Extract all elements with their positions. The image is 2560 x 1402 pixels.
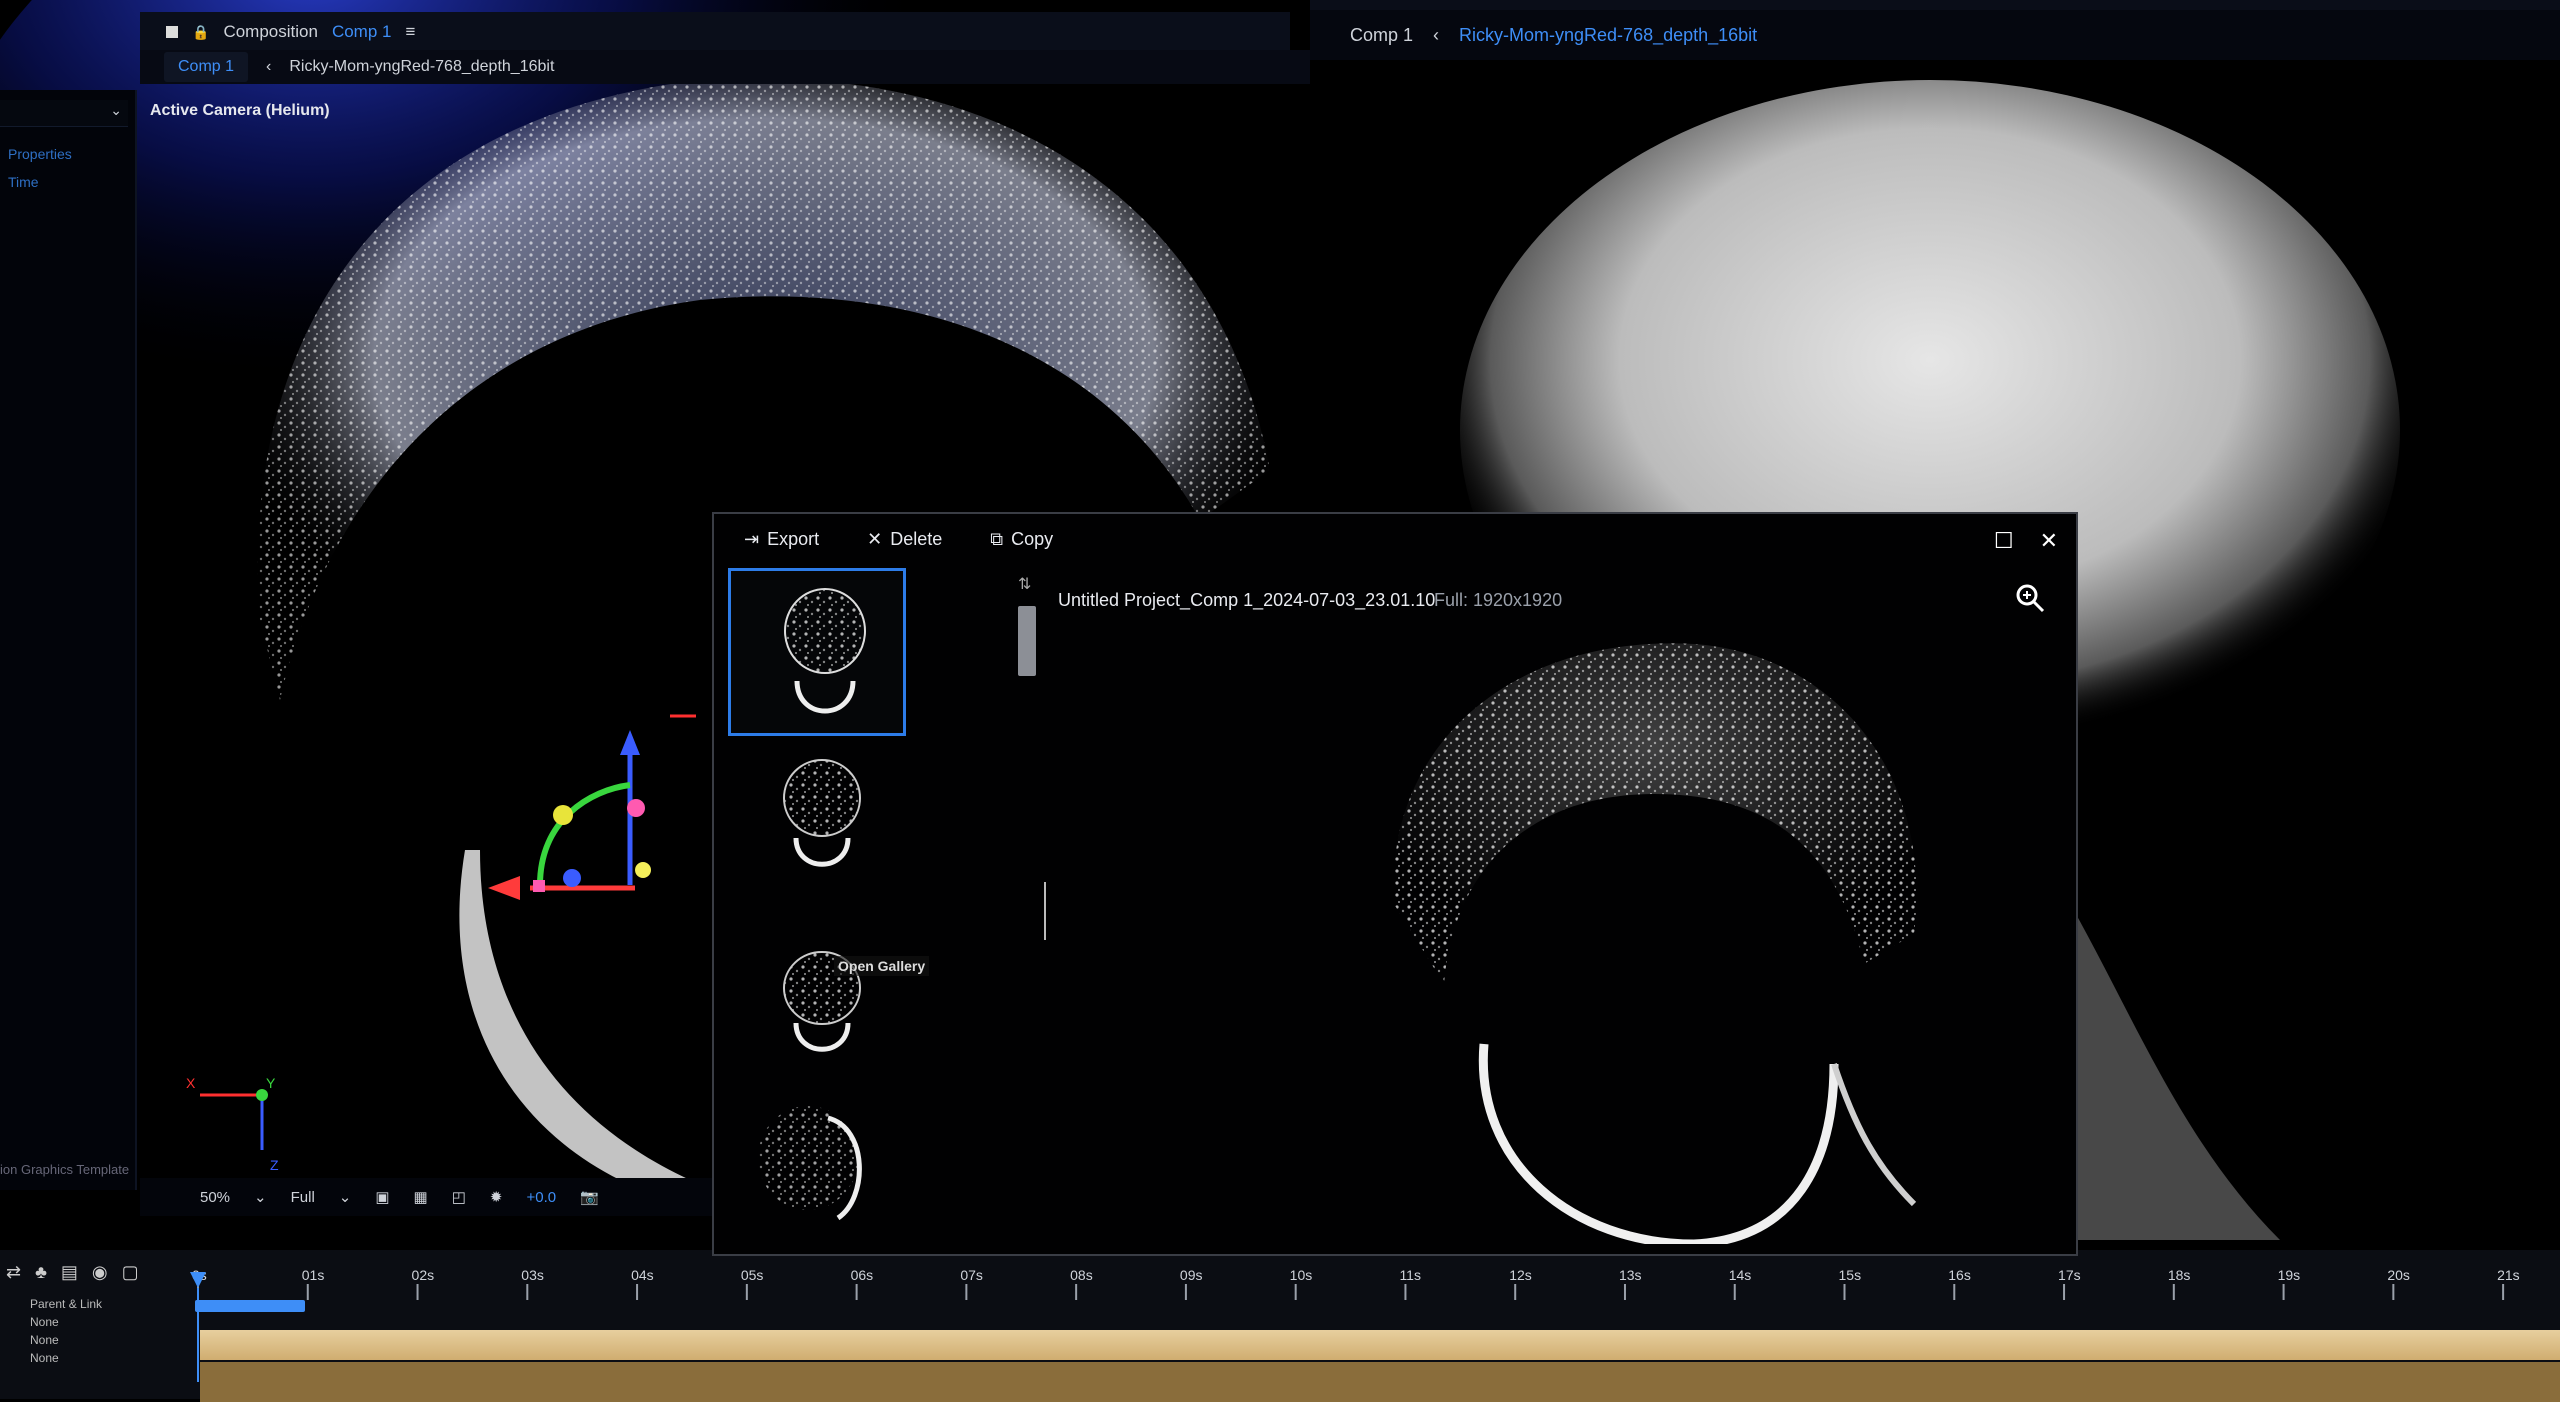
delete-button[interactable]: ✕ Delete [867, 529, 942, 550]
svg-text:X: X [186, 1075, 196, 1091]
ruler-tick-label: 15s [1839, 1267, 1862, 1283]
exposure-value[interactable]: +0.0 [527, 1189, 557, 1206]
ruler-tick-label: 03s [521, 1267, 544, 1283]
maximize-icon[interactable]: ☐ [1994, 528, 2014, 554]
delete-icon: ✕ [867, 528, 883, 549]
layer-duration-bar[interactable] [200, 1330, 2560, 1360]
parent-select[interactable]: None [0, 1313, 190, 1331]
playhead-icon[interactable] [188, 1262, 208, 1382]
grid-icon[interactable]: ▦ [414, 1188, 428, 1206]
lock-icon[interactable]: 🔒 [192, 24, 209, 41]
checkbox-icon[interactable] [166, 26, 178, 38]
parent-select[interactable]: None [0, 1349, 190, 1367]
close-icon[interactable]: ✕ [2040, 528, 2058, 554]
ruler-tick-label: 14s [1729, 1267, 1752, 1283]
composition-tabs: Comp 1 ‹ Ricky-Mom-yngRed-768_depth_16bi… [140, 50, 1310, 84]
graphics-template-label: ion Graphics Template [0, 1162, 130, 1177]
chevron-left-icon[interactable]: ‹ [1433, 25, 1439, 46]
ruler-tick-label: 07s [960, 1267, 983, 1283]
copy-button[interactable]: ⧉ Copy [990, 529, 1053, 550]
sidebar-item-properties[interactable]: Properties [0, 140, 135, 168]
ruler-tick-label: 16s [1948, 1267, 1971, 1283]
scrollbar-thumb[interactable] [1018, 606, 1036, 676]
export-icon: ⇥ [744, 528, 760, 549]
scroll-arrows-icon[interactable]: ⇅ [1018, 574, 1031, 594]
ruler-tick-label: 11s [1399, 1267, 1421, 1283]
ruler-tick-label: 20s [2387, 1267, 2410, 1283]
ruler-tick-label: 10s [1290, 1267, 1313, 1283]
chevron-down-icon: ⌄ [110, 102, 122, 118]
zoom-select[interactable]: 50% [200, 1189, 230, 1206]
gallery-toolbar: ⇥ Export ✕ Delete ⧉ Copy [714, 514, 2076, 564]
region-icon[interactable]: ▣ [375, 1188, 389, 1206]
viewer-bottom-bar: 50% ⌄ Full ⌄ ▣ ▦ ◰ ✹ +0.0 📷 [140, 1178, 740, 1216]
ruler-tick-label: 02s [412, 1267, 435, 1283]
layer-duration-bar-lower[interactable] [200, 1362, 2560, 1402]
ruler-tick-label: 05s [741, 1267, 764, 1283]
camera-icon[interactable]: 📷 [580, 1188, 599, 1206]
window-controls: ☐ ✕ [1994, 528, 2058, 554]
thumbnail-item[interactable] [728, 928, 906, 1096]
copy-icon: ⧉ [990, 528, 1004, 549]
composition-name: Comp 1 [331, 22, 392, 41]
ruler-tick-label: 13s [1619, 1267, 1642, 1283]
active-camera-label[interactable]: Active Camera (Helium) [150, 102, 330, 120]
thumbnail-item[interactable] [728, 1088, 906, 1256]
chevron-down-icon[interactable]: ⌄ [254, 1188, 267, 1206]
left-sidebar: Properties Time [0, 90, 137, 1190]
ruler-tick-label: 04s [631, 1267, 654, 1283]
timeline-tools: ⇄ ♣ ▤ ◉ ▢ [0, 1252, 196, 1292]
chevron-left-icon[interactable]: ‹ [266, 58, 271, 76]
ruler-tick-label: 21s [2497, 1267, 2520, 1283]
right-tab-comp[interactable]: Comp 1 [1350, 25, 1413, 46]
ruler-tick-label: 18s [2168, 1267, 2191, 1283]
ruler-tick-label: 09s [1180, 1267, 1203, 1283]
thumbnail-strip [728, 568, 908, 1258]
ruler-tick-label: 08s [1070, 1267, 1093, 1283]
thumbnail-item[interactable] [728, 568, 906, 736]
composition-prefix: Composition [223, 22, 318, 41]
parent-select[interactable]: None [0, 1331, 190, 1349]
svg-text:Y: Y [266, 1075, 276, 1091]
sidebar-item-time[interactable]: Time [0, 168, 135, 196]
menu-icon[interactable]: ≡ [405, 22, 415, 42]
composition-header: 🔒 Composition Comp 1 ≡ [140, 12, 1290, 52]
timeline-ruler[interactable]: 0s01s02s03s04s05s06s07s08s09s10s11s12s13… [190, 1262, 2560, 1302]
copy-label: Copy [1011, 528, 1054, 549]
mask-icon[interactable]: ◰ [452, 1188, 466, 1206]
timeline-tool-icon[interactable]: ▢ [122, 1262, 139, 1283]
delete-label: Delete [890, 528, 943, 549]
sidebar-dropdown[interactable]: ⌄ [0, 100, 128, 127]
thumbnail-item[interactable] [728, 758, 906, 926]
ruler-tick-label: 12s [1509, 1267, 1532, 1283]
timeline-layer-controls: Parent & Link None None None [0, 1295, 190, 1399]
ruler-tick-label: 06s [851, 1267, 874, 1283]
color-icon[interactable]: ✹ [490, 1188, 503, 1206]
zoom-in-icon[interactable] [2014, 582, 2046, 614]
timeline-tool-icon[interactable]: ▤ [61, 1262, 78, 1283]
timeline-tool-icon[interactable]: ◉ [92, 1262, 108, 1283]
open-gallery-tooltip: Open Gallery [834, 956, 930, 976]
right-panel-tabs: Comp 1 ‹ Ricky-Mom-yngRed-768_depth_16bi… [1310, 10, 2560, 60]
export-button[interactable]: ⇥ Export [744, 529, 819, 550]
resolution-select[interactable]: Full [291, 1189, 315, 1206]
gallery-window: ⇥ Export ✕ Delete ⧉ Copy ☐ ✕ Untitled Pr… [712, 512, 2078, 1256]
export-label: Export [767, 528, 820, 549]
svg-text:Z: Z [270, 1157, 279, 1173]
tab-layer[interactable]: Ricky-Mom-yngRed-768_depth_16bit [289, 58, 554, 76]
chevron-down-icon[interactable]: ⌄ [339, 1188, 352, 1206]
ruler-tick-label: 01s [302, 1267, 325, 1283]
timeline-tool-icon[interactable]: ⇄ [6, 1262, 21, 1283]
panel-divider[interactable] [1044, 882, 1046, 940]
tab-comp-1[interactable]: Comp 1 [164, 52, 249, 82]
ruler-tick-label: 17s [2058, 1267, 2081, 1283]
parent-link-header: Parent & Link [30, 1297, 103, 1311]
ruler-tick-label: 19s [2278, 1267, 2301, 1283]
preview-image [1393, 643, 1917, 1244]
timeline-tool-icon[interactable]: ♣ [35, 1262, 47, 1283]
right-tab-layer[interactable]: Ricky-Mom-yngRed-768_depth_16bit [1459, 25, 1757, 46]
